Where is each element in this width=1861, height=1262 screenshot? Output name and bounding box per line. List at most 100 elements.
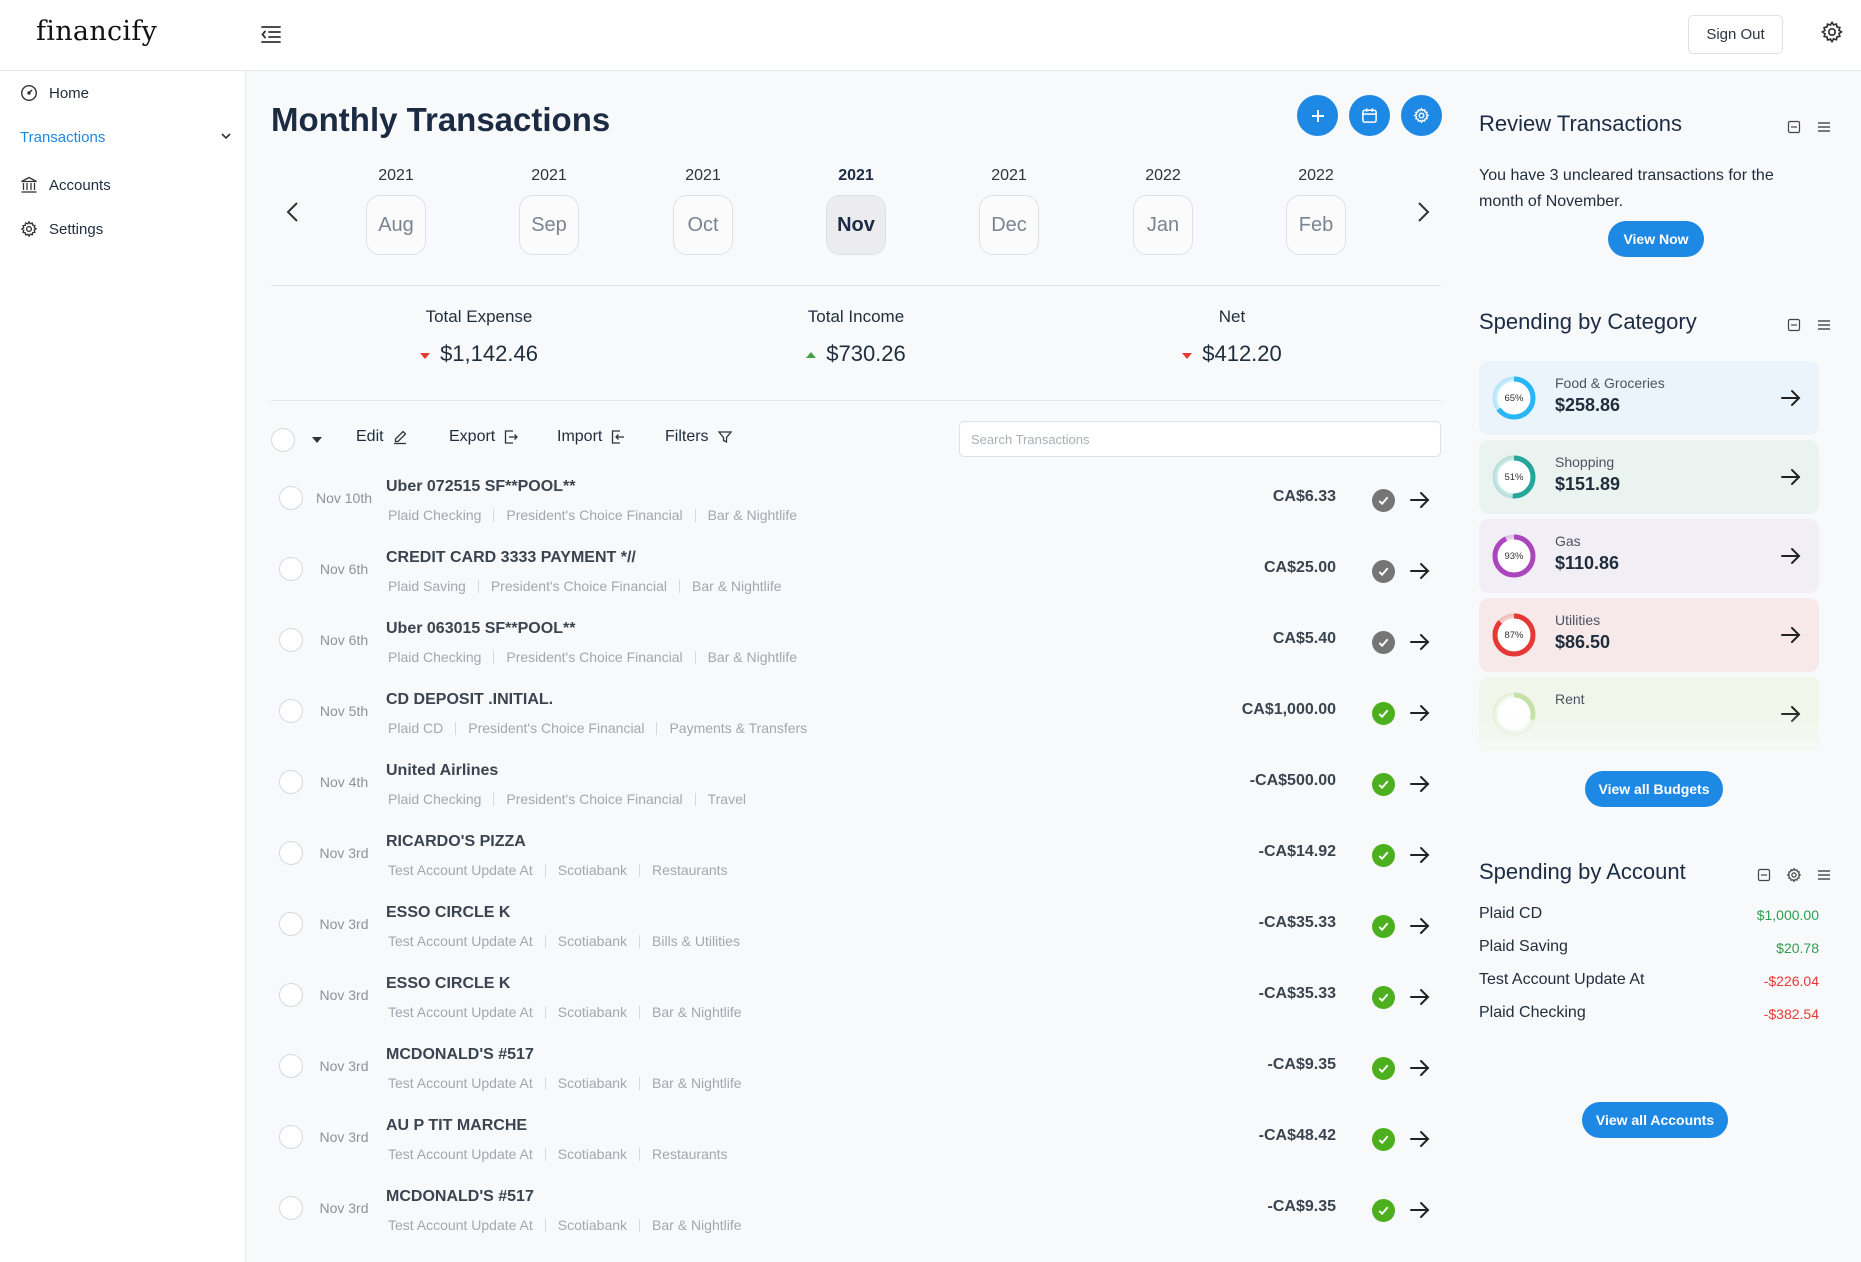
import-button[interactable]: Import	[557, 428, 626, 446]
minimize-icon[interactable]	[1756, 867, 1772, 883]
arrow-right-icon[interactable]	[1408, 488, 1432, 512]
sign-out-button[interactable]: Sign Out	[1688, 15, 1783, 54]
account-row[interactable]: Test Account Update At -$226.04	[1479, 971, 1819, 995]
sidebar-item-transactions[interactable]: Transactions	[20, 125, 234, 149]
table-row[interactable]: Nov 5th CD DEPOSIT .INITIAL. Plaid CD Presi…	[271, 677, 1441, 748]
row-checkbox[interactable]	[279, 486, 303, 510]
txn-name[interactable]: RICARDO'S PIZZA	[386, 833, 526, 851]
arrow-right-icon[interactable]	[1408, 630, 1432, 654]
calendar-button[interactable]	[1349, 95, 1390, 136]
arrow-right-icon[interactable]	[1408, 914, 1432, 938]
table-row[interactable]: Nov 6th CREDIT CARD 3333 PAYMENT *// Plaid…	[271, 535, 1441, 606]
cleared-check-icon[interactable]	[1372, 986, 1395, 1009]
table-row[interactable]: Nov 3rd ESSO CIRCLE K Test Account Update …	[271, 890, 1441, 961]
arrow-right-icon[interactable]	[1408, 701, 1432, 725]
category-card[interactable]: 65% Food & Groceries $258.86	[1479, 361, 1819, 435]
cleared-check-icon[interactable]	[1372, 1128, 1395, 1151]
app-logo[interactable]: financify	[36, 16, 157, 47]
row-checkbox[interactable]	[279, 699, 303, 723]
arrow-right-icon[interactable]	[1408, 1198, 1432, 1222]
month-item-selected[interactable]: 2021 Nov	[826, 167, 886, 255]
menu-collapse-icon[interactable]	[258, 22, 286, 46]
table-row[interactable]: Nov 3rd AU P TIT MARCHE Test Account Updat…	[271, 1103, 1441, 1174]
view-now-button[interactable]: View Now	[1608, 221, 1704, 257]
txn-name[interactable]: Uber 063015 SF**POOL**	[386, 620, 575, 638]
menu-icon[interactable]	[1816, 867, 1832, 883]
menu-icon[interactable]	[1816, 317, 1832, 333]
cleared-check-icon[interactable]	[1372, 631, 1395, 654]
gear-icon[interactable]	[1786, 867, 1802, 883]
row-checkbox[interactable]	[279, 1054, 303, 1078]
cleared-check-icon[interactable]	[1372, 915, 1395, 938]
txn-name[interactable]: ESSO CIRCLE K	[386, 975, 510, 993]
row-checkbox[interactable]	[279, 1125, 303, 1149]
cleared-check-icon[interactable]	[1372, 844, 1395, 867]
category-card[interactable]: Rent	[1479, 677, 1819, 751]
sidebar-item-home[interactable]: Home	[20, 81, 234, 105]
select-all-checkbox[interactable]	[271, 428, 295, 452]
filters-button[interactable]: Filters	[665, 428, 733, 446]
row-checkbox[interactable]	[279, 770, 303, 794]
arrow-right-icon[interactable]	[1408, 1056, 1432, 1080]
arrow-right-icon[interactable]	[1408, 1127, 1432, 1151]
table-row[interactable]: Nov 3rd RICARDO'S PIZZA Test Account Updat…	[271, 819, 1441, 890]
txn-name[interactable]: CD DEPOSIT .INITIAL.	[386, 691, 553, 709]
arrow-right-icon[interactable]	[1779, 465, 1803, 489]
minimize-icon[interactable]	[1786, 119, 1802, 135]
arrow-right-icon[interactable]	[1408, 559, 1432, 583]
settings-button[interactable]	[1401, 95, 1442, 136]
account-row[interactable]: Plaid Checking -$382.54	[1479, 1004, 1819, 1028]
add-transaction-button[interactable]	[1297, 95, 1338, 136]
table-row[interactable]: Nov 4th United Airlines Plaid Checking Pres…	[271, 748, 1441, 819]
arrow-right-icon[interactable]	[1779, 623, 1803, 647]
category-card[interactable]: 87% Utilities $86.50	[1479, 598, 1819, 672]
table-row[interactable]: Nov 3rd ESSO CIRCLE K Test Account Update …	[271, 961, 1441, 1032]
cleared-check-icon[interactable]	[1372, 1199, 1395, 1222]
month-item[interactable]: 2021 Dec	[979, 167, 1039, 255]
row-checkbox[interactable]	[279, 912, 303, 936]
cleared-check-icon[interactable]	[1372, 702, 1395, 725]
month-item[interactable]: 2022 Feb	[1286, 167, 1346, 255]
edit-button[interactable]: Edit	[356, 428, 408, 446]
arrow-right-icon[interactable]	[1779, 386, 1803, 410]
row-checkbox[interactable]	[279, 1196, 303, 1220]
month-item[interactable]: 2022 Jan	[1133, 167, 1193, 255]
view-all-budgets-button[interactable]: View all Budgets	[1585, 771, 1723, 807]
arrow-right-icon[interactable]	[1779, 544, 1803, 568]
row-checkbox[interactable]	[279, 557, 303, 581]
table-row[interactable]: Nov 6th Uber 063015 SF**POOL** Plaid Check…	[271, 606, 1441, 677]
arrow-right-icon[interactable]	[1408, 843, 1432, 867]
view-all-accounts-button[interactable]: View all Accounts	[1582, 1102, 1728, 1138]
txn-name[interactable]: AU P TIT MARCHE	[386, 1117, 527, 1135]
menu-icon[interactable]	[1816, 119, 1832, 135]
txn-name[interactable]: United Airlines	[386, 762, 498, 780]
arrow-right-icon[interactable]	[1408, 985, 1432, 1009]
minimize-icon[interactable]	[1786, 317, 1802, 333]
month-item[interactable]: 2021 Sep	[519, 167, 579, 255]
table-row[interactable]: Nov 3rd MCDONALD'S #517 Test Account Updat…	[271, 1032, 1441, 1103]
txn-name[interactable]: MCDONALD'S #517	[386, 1046, 534, 1064]
caret-down-icon[interactable]	[312, 437, 322, 443]
month-item[interactable]: 2021 Aug	[366, 167, 426, 255]
chevron-down-icon[interactable]	[218, 128, 234, 144]
txn-name[interactable]: Uber 072515 SF**POOL**	[386, 478, 575, 496]
chevron-left-icon[interactable]	[280, 195, 306, 229]
cleared-check-icon[interactable]	[1372, 560, 1395, 583]
sidebar-item-accounts[interactable]: Accounts	[20, 173, 234, 197]
row-checkbox[interactable]	[279, 983, 303, 1007]
table-row[interactable]: Nov 10th Uber 072515 SF**POOL** Plaid Chec…	[271, 464, 1441, 535]
account-row[interactable]: Plaid CD $1,000.00	[1479, 905, 1819, 929]
export-button[interactable]: Export	[449, 428, 519, 446]
table-row[interactable]: Nov 3rd MCDONALD'S #517 Test Account Updat…	[271, 1174, 1441, 1245]
sidebar-item-settings[interactable]: Settings	[20, 217, 234, 241]
txn-name[interactable]: CREDIT CARD 3333 PAYMENT *//	[386, 549, 636, 567]
row-checkbox[interactable]	[279, 841, 303, 865]
row-checkbox[interactable]	[279, 628, 303, 652]
cleared-check-icon[interactable]	[1372, 489, 1395, 512]
cleared-check-icon[interactable]	[1372, 1057, 1395, 1080]
arrow-right-icon[interactable]	[1779, 702, 1803, 726]
arrow-right-icon[interactable]	[1408, 772, 1432, 796]
txn-name[interactable]: MCDONALD'S #517	[386, 1188, 534, 1206]
gear-icon[interactable]	[1820, 20, 1844, 44]
account-row[interactable]: Plaid Saving $20.78	[1479, 938, 1819, 962]
